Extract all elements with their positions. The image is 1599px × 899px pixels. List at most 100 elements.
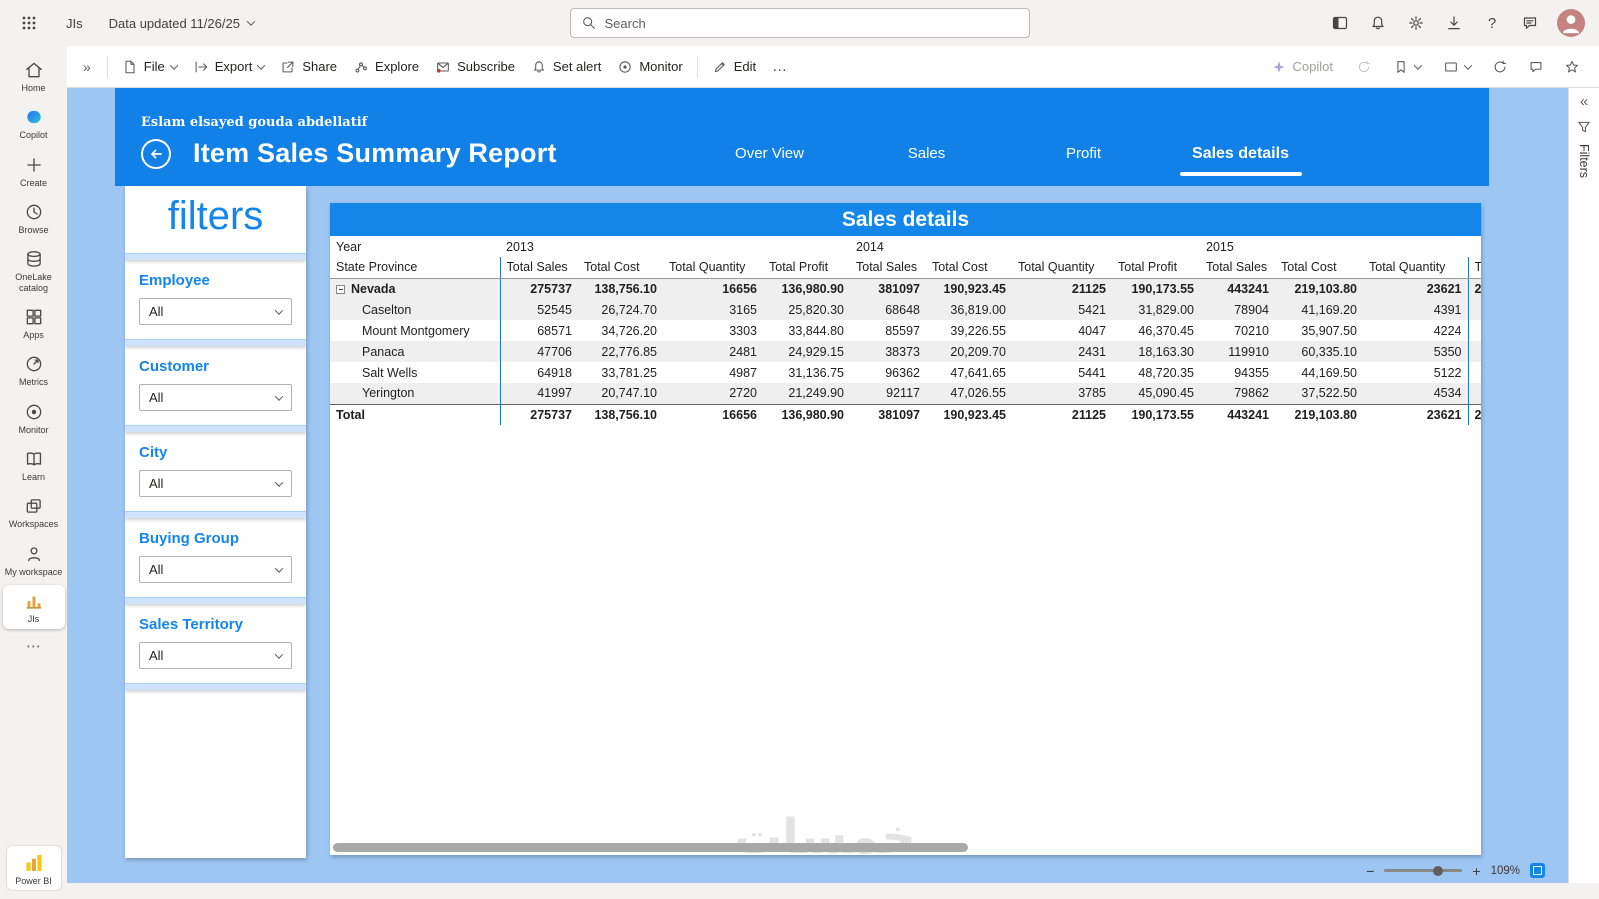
nav-item-copilot[interactable]: Copilot: [3, 101, 65, 145]
value-cell: 443241: [1227, 281, 1269, 296]
favorite-button[interactable]: [1557, 52, 1587, 82]
account-avatar[interactable]: [1557, 9, 1585, 37]
nav-item-onelake-catalog[interactable]: OneLake catalog: [3, 243, 65, 298]
value-cell: 31,829.00: [1138, 302, 1194, 317]
help-button[interactable]: ?: [1477, 8, 1507, 38]
funnel-icon[interactable]: [1576, 119, 1592, 135]
value-cell: 443241: [1200, 403, 1275, 425]
value-cell: 21,249.90: [788, 386, 844, 401]
sales-matrix: Year 2013 2014 2015 State Province Total Sale…: [330, 236, 1481, 425]
report-tab-sales[interactable]: Sales: [848, 145, 1005, 163]
value-cell: 47,026.55: [950, 386, 1006, 401]
nav-item-my-workspace[interactable]: My workspace: [3, 538, 65, 582]
nav-item-metrics[interactable]: Metrics: [3, 348, 65, 392]
table-row-mount-montgomery[interactable]: Mount Montgomery 68571 34,726.20 3303 33,844…: [330, 320, 1481, 341]
column-header-2013-total-sales: Total Sales: [499, 257, 578, 279]
table-row-total[interactable]: Total 275737 138,756.10 16656 136,980.90 3810…: [330, 403, 1481, 425]
tab-label: Over View: [735, 144, 804, 162]
nav-item-create[interactable]: Create: [3, 149, 65, 193]
value-cell: 68648: [885, 302, 920, 317]
app-launcher-button[interactable]: [14, 8, 44, 38]
chevron-down-icon: [169, 60, 178, 70]
settings-button[interactable]: [1401, 8, 1431, 38]
table-row-caselton[interactable]: Caselton 52545 26,724.70 3165 25,820.30 68648…: [330, 299, 1481, 320]
alert-bell-icon: [533, 60, 544, 73]
year-group-2014: 2014: [856, 239, 884, 254]
row-header-cell: Yerington: [362, 386, 415, 401]
nav-item-workspaces[interactable]: Workspaces: [3, 490, 65, 534]
data-updated-dropdown[interactable]: Data updated 11/26/25: [101, 10, 262, 37]
nav-pane-toggle-button[interactable]: [1325, 8, 1355, 38]
value-cell: 85597: [885, 323, 920, 338]
report-tab-sales-details[interactable]: Sales details: [1162, 145, 1319, 176]
expand-nav-button[interactable]: »: [73, 55, 101, 79]
filter-dropdown-buying-group[interactable]: All: [139, 556, 292, 583]
row-header-cell: Mount Montgomery: [362, 323, 470, 338]
copilot-button[interactable]: Copilot: [1261, 54, 1343, 80]
explore-button[interactable]: Explore: [345, 53, 427, 81]
chevron-down-icon: [274, 477, 284, 487]
view-button[interactable]: [1435, 53, 1479, 81]
value-cell: 5421: [1078, 302, 1106, 317]
file-menu-button[interactable]: File: [114, 53, 185, 81]
subscribe-label: Subscribe: [457, 59, 515, 74]
value-cell: 136,980.90: [781, 281, 844, 296]
zoom-out-button[interactable]: −: [1366, 864, 1374, 878]
monitor-button[interactable]: Monitor: [609, 53, 690, 81]
notifications-button[interactable]: [1363, 8, 1393, 38]
table-row-nevada[interactable]: Nevada 275737 138,756.10 16656 136,980.90 381…: [330, 278, 1481, 299]
workspace-badge[interactable]: JIs: [66, 16, 83, 31]
power-bi-button[interactable]: Power BI: [5, 844, 62, 891]
zoom-slider[interactable]: [1384, 865, 1463, 876]
search-input[interactable]: [604, 15, 1019, 31]
value-cell: 21125: [1012, 403, 1112, 425]
table-row-salt-wells[interactable]: Salt Wells 64918 33,781.25 4987 31,136.75 963…: [330, 362, 1481, 383]
toolbar-more-button[interactable]: …: [764, 54, 795, 79]
comments-button[interactable]: [1521, 52, 1551, 82]
download-button[interactable]: [1439, 8, 1469, 38]
value-cell: 16656: [722, 281, 757, 296]
nav-item-apps[interactable]: Apps: [3, 301, 65, 345]
nav-item-monitor[interactable]: Monitor: [3, 396, 65, 440]
scrollbar-thumb[interactable]: [333, 843, 968, 852]
value-cell: 190,173.55: [1131, 281, 1194, 296]
nav-item-label: Create: [19, 177, 47, 188]
nav-item-browse[interactable]: Browse: [3, 196, 65, 240]
nav-item-label: Home: [21, 83, 46, 93]
collapse-row-icon[interactable]: [336, 284, 345, 294]
filter-dropdown-employee[interactable]: All: [139, 298, 292, 325]
table-row-yerington[interactable]: Yerington 41997 20,747.10 2720 21,249.90 9211…: [330, 383, 1481, 404]
filter-dropdown-customer[interactable]: All: [139, 384, 292, 411]
nav-item-learn[interactable]: Learn: [3, 443, 65, 487]
copilot-history-button[interactable]: [1349, 52, 1379, 82]
feedback-button[interactable]: [1515, 8, 1545, 38]
nav-more-button[interactable]: ⋯: [26, 637, 41, 655]
value-cell: 2481: [729, 344, 757, 359]
report-toolbar: » File Export Share Explore Subscribe Se…: [67, 46, 1599, 88]
filter-dropdown-city[interactable]: All: [139, 470, 292, 497]
edit-button[interactable]: Edit: [704, 53, 764, 81]
my-workspace-icon: [24, 544, 44, 564]
export-menu-button[interactable]: Export: [185, 53, 273, 81]
zoom-slider-thumb[interactable]: [1432, 865, 1443, 876]
table-row-panaca[interactable]: Panaca 47706 22,776.85 2481 24,929.15 38373 20…: [330, 341, 1481, 362]
report-tab-over-view[interactable]: Over View: [691, 145, 848, 163]
back-button[interactable]: [141, 138, 171, 169]
set-alert-button[interactable]: Set alert: [523, 53, 609, 81]
value-cell: 78904: [1234, 302, 1269, 317]
share-button[interactable]: Share: [272, 53, 345, 81]
nav-item-jis[interactable]: JIs: [2, 585, 65, 630]
bookmarks-button[interactable]: [1385, 53, 1429, 81]
value-cell: 381097: [878, 281, 920, 296]
horizontal-scrollbar[interactable]: [333, 843, 1478, 852]
nav-item-home[interactable]: Home: [3, 54, 65, 98]
zoom-in-button[interactable]: +: [1472, 864, 1480, 878]
refresh-button[interactable]: [1485, 52, 1515, 82]
report-tab-profit[interactable]: Profit: [1005, 145, 1162, 163]
value-cell: 45,090.45: [1138, 386, 1194, 401]
filter-dropdown-sales-territory[interactable]: All: [139, 642, 292, 669]
fit-to-page-button[interactable]: [1530, 863, 1545, 878]
subscribe-button[interactable]: Subscribe: [427, 53, 523, 81]
expand-filters-button[interactable]: «: [1580, 93, 1588, 110]
report-author: Eslam elsayed gouda abdellatif: [141, 115, 368, 130]
